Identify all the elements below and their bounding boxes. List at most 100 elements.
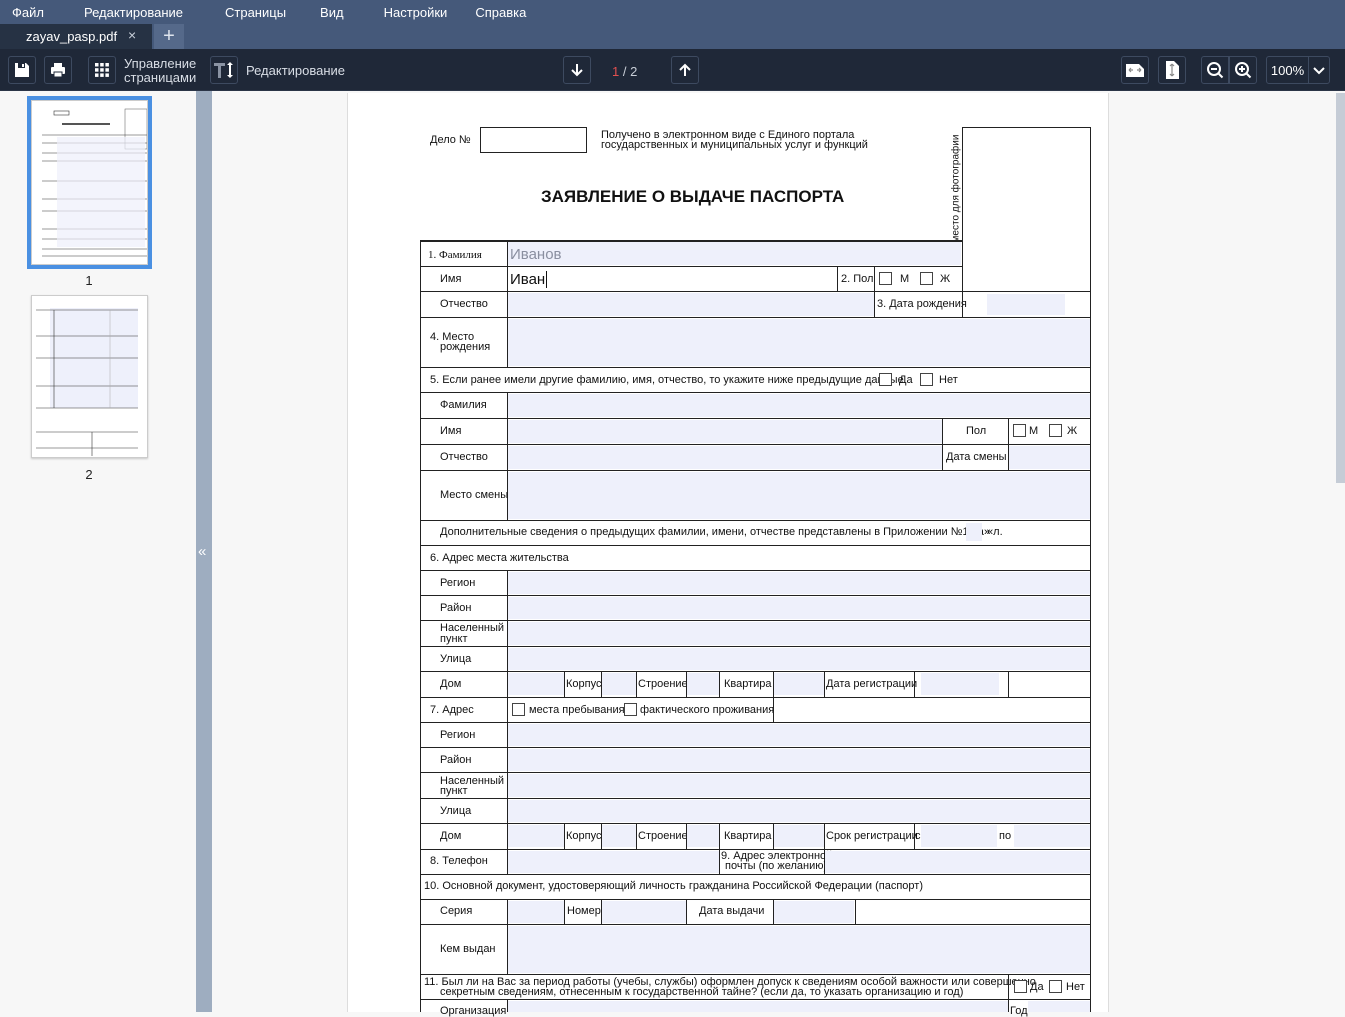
col-divider (636, 671, 637, 697)
year-input[interactable] (1028, 1001, 1090, 1012)
structure-input[interactable] (687, 673, 719, 695)
col-divider (874, 266, 875, 291)
birthdate-input[interactable] (987, 294, 1065, 315)
house-input[interactable] (508, 673, 564, 695)
locality-input-2[interactable] (508, 774, 1090, 797)
apartment-label-2: Квартира (724, 830, 772, 842)
tab-document[interactable]: zayav_pasp.pdf × (0, 24, 152, 49)
zoom-in-button[interactable] (1229, 56, 1257, 84)
sex-male-checkbox[interactable] (879, 272, 892, 285)
row-divider (420, 570, 1091, 571)
prev-names-no-checkbox[interactable] (920, 373, 933, 386)
chevron-down-icon[interactable] (1309, 63, 1329, 78)
save-button[interactable] (8, 56, 36, 84)
edit-mode-label[interactable]: Редактирование (246, 64, 345, 77)
clearance-yes-checkbox[interactable] (1014, 980, 1027, 993)
apartment-input-2[interactable] (774, 825, 824, 847)
phone-label: 8. Телефон (430, 855, 488, 867)
page-management-button[interactable] (88, 56, 116, 84)
building-input[interactable] (602, 673, 636, 695)
structure-input-2[interactable] (687, 825, 719, 847)
row-divider (420, 999, 1091, 1000)
no-label: Нет (1066, 981, 1085, 993)
reg-to-label: по (999, 830, 1012, 842)
print-button[interactable] (44, 56, 72, 84)
new-tab-button[interactable]: + (154, 24, 184, 49)
sidebar-splitter[interactable]: « (196, 91, 212, 1012)
apartment-input[interactable] (774, 673, 824, 695)
district-input[interactable] (508, 597, 1090, 619)
row-divider (420, 798, 1091, 799)
prev-sex-female-checkbox[interactable] (1049, 424, 1062, 437)
page-management-label-1[interactable]: Управление (124, 57, 196, 70)
next-page-button[interactable] (563, 56, 591, 84)
page-thumbnail-2[interactable] (31, 295, 148, 458)
house-label: Дом (440, 678, 462, 690)
collapse-icon[interactable]: « (198, 543, 206, 560)
house-input-2[interactable] (508, 825, 564, 847)
name-input[interactable]: Иван (508, 267, 836, 291)
prev-names-yes-checkbox[interactable] (879, 373, 892, 386)
reg-from-input[interactable] (921, 825, 997, 847)
issue-date-input[interactable] (774, 901, 854, 923)
male-label: М (900, 273, 910, 285)
close-icon[interactable]: × (128, 27, 136, 43)
page-management-label-2[interactable]: страницами (124, 71, 196, 84)
email-input[interactable] (825, 851, 1090, 873)
menu-pages[interactable]: Страницы (213, 5, 298, 20)
menu-edit[interactable]: Редактирование (72, 5, 195, 20)
menu-settings[interactable]: Настройки (372, 5, 460, 20)
row-divider (420, 899, 1091, 900)
clearance-no-checkbox[interactable] (1049, 980, 1062, 993)
fit-width-button[interactable] (1121, 56, 1149, 84)
prev-patronymic-input[interactable] (508, 446, 942, 469)
reg-to-input[interactable] (1014, 825, 1090, 847)
prev-page-button[interactable] (671, 56, 699, 84)
region-input[interactable] (508, 572, 1090, 594)
zoom-value: 100% (1267, 57, 1309, 83)
organization-input[interactable] (508, 1001, 1008, 1012)
number-input[interactable] (602, 901, 686, 923)
menu-file[interactable]: Файл (0, 5, 56, 20)
reg-date-input[interactable] (921, 673, 999, 695)
prev-surname-input[interactable] (508, 394, 1090, 417)
series-input[interactable] (508, 901, 564, 923)
building-label: Корпус (566, 678, 602, 690)
actual-address-checkbox[interactable] (624, 703, 637, 716)
sex-female-checkbox[interactable] (920, 272, 933, 285)
prev-name-input[interactable] (508, 420, 942, 443)
locality-input[interactable] (508, 622, 1090, 645)
surname-input[interactable]: Иванов (508, 242, 961, 265)
prev-sex-male-checkbox[interactable] (1013, 424, 1026, 437)
col-divider (1008, 671, 1009, 697)
menu-view[interactable]: Вид (308, 5, 356, 20)
page-thumbnail-1[interactable] (27, 96, 152, 269)
col-divider (855, 899, 856, 924)
male-label: М (1029, 425, 1039, 437)
zoom-out-button[interactable] (1201, 56, 1229, 84)
stay-address-checkbox[interactable] (512, 703, 525, 716)
page-indicator[interactable]: 1 / 2 (612, 64, 637, 79)
birthplace-input[interactable] (508, 319, 1090, 366)
col-divider (824, 671, 825, 697)
reg-period-label: Срок регистрации (826, 830, 918, 842)
region-input-2[interactable] (508, 724, 1090, 746)
case-number-field[interactable] (480, 127, 587, 153)
sex-label: 2. Пол (841, 273, 874, 285)
building-input-2[interactable] (602, 825, 636, 847)
vertical-scrollbar[interactable] (1336, 93, 1345, 483)
street-input[interactable] (508, 648, 1090, 670)
issued-by-input[interactable] (508, 926, 1090, 973)
patronymic-input[interactable] (508, 293, 874, 316)
street-input-2[interactable] (508, 800, 1090, 822)
received-line-2: государственных и муниципальных услуг и … (601, 139, 868, 151)
zoom-select[interactable]: 100% (1266, 56, 1330, 84)
district-input-2[interactable] (508, 749, 1090, 771)
menu-help[interactable]: Справка (463, 5, 538, 20)
change-date-input[interactable] (1009, 446, 1090, 469)
fit-page-button[interactable] (1158, 56, 1186, 84)
change-place-input[interactable] (508, 472, 1090, 519)
phone-input[interactable] (508, 851, 719, 873)
edit-mode-button[interactable] (210, 56, 238, 84)
appendix-pages-input[interactable] (966, 523, 982, 541)
